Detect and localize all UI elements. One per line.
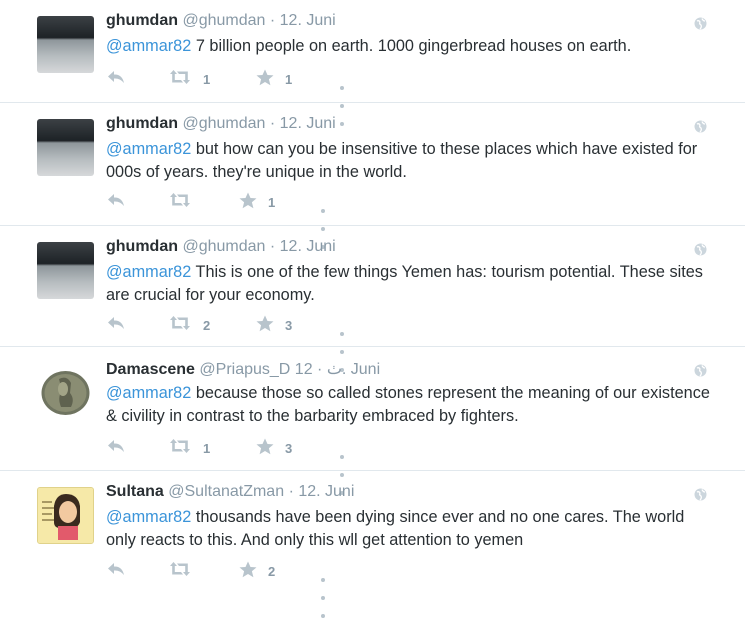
tweet-body-text: thousands have been dying since ever and… (106, 508, 685, 549)
reply-icon (108, 317, 124, 329)
tweet-body-text: because those so called stones represent… (106, 384, 710, 425)
globe-icon (694, 17, 707, 30)
avatar[interactable] (37, 16, 94, 73)
favorite-count: 3 (285, 441, 293, 456)
retweet-icon (170, 562, 190, 576)
user-fullname[interactable]: ghumdan (106, 12, 178, 29)
timestamp[interactable]: 12. Juni (280, 12, 336, 29)
separator: · (317, 361, 323, 378)
more-icon (340, 455, 344, 459)
tweet-feed: ghumdan @ghumdan · 12. Juni @ammar82 7 b… (0, 0, 745, 618)
tweet[interactable]: ghumdan @ghumdan · 12. Juni @ammar82 Thi… (0, 226, 745, 372)
tweet-body-text: but how can you be insensitive to these … (106, 140, 698, 181)
user-handle[interactable]: @ghumdan (182, 12, 265, 29)
user-fullname[interactable]: Sultana (106, 483, 164, 500)
reply-icon (108, 563, 124, 575)
favorite-icon (256, 69, 274, 86)
user-fullname[interactable]: ghumdan (106, 238, 178, 255)
separator: · (269, 12, 276, 29)
tweet[interactable]: Sultana @SultanatZman · 12. Juni @ammar8… (0, 471, 745, 618)
tweet-text: @ammar82 but how can you be insensitive … (106, 138, 711, 184)
tweet-body-text: 7 billion people on earth. 1000 gingerbr… (191, 37, 632, 55)
timestamp[interactable]: 12. Juni (280, 238, 336, 255)
favorite-count: 1 (285, 72, 293, 87)
tweet-text: @ammar82 because those so called stones … (106, 382, 711, 428)
tweet[interactable]: ghumdan @ghumdan · 12. Juni @ammar82 but… (0, 103, 745, 249)
more-icon (321, 209, 325, 213)
favorite-icon (256, 438, 274, 455)
tweet-text: @ammar82 7 billion people on earth. 1000… (106, 35, 711, 58)
mention-link[interactable]: @ammar82 (106, 140, 191, 158)
tweet-text: @ammar82 This is one of the few things Y… (106, 261, 711, 307)
mention-link[interactable]: @ammar82 (106, 37, 191, 55)
mention-link[interactable]: @ammar82 (106, 508, 191, 526)
retweet-icon (170, 70, 190, 84)
separator: · (269, 115, 276, 132)
favorite-count: 1 (268, 195, 276, 210)
tweet-header: Damascene @Priapus_D ٺ · 12. Juni (106, 359, 380, 379)
retweet-count: 1 (203, 441, 211, 456)
favorite-icon (256, 315, 274, 332)
user-handle[interactable]: @SultanatZman (168, 483, 284, 500)
retweet-icon (170, 316, 190, 330)
more-button[interactable] (340, 77, 346, 126)
timestamp[interactable]: 12. Juni (298, 483, 354, 500)
tweet[interactable]: ghumdan @ghumdan · 12. Juni @ammar82 7 b… (0, 0, 745, 126)
favorite-count: 2 (268, 564, 276, 579)
retweet-icon (170, 193, 190, 207)
coin-image (41, 371, 90, 415)
retweet-count: 1 (203, 72, 211, 87)
user-handle[interactable]: @ghumdan (182, 115, 265, 132)
reply-icon (108, 71, 124, 83)
globe-icon (694, 120, 707, 133)
more-icon (321, 578, 325, 582)
mention-link[interactable]: @ammar82 (106, 384, 191, 402)
globe-icon (694, 243, 707, 256)
avatar[interactable] (37, 242, 94, 299)
separator: · (288, 483, 294, 500)
retweet-icon (170, 439, 190, 453)
separator: · (269, 238, 276, 255)
user-fullname[interactable]: ghumdan (106, 115, 178, 132)
more-icon (340, 332, 344, 336)
globe-icon (694, 488, 707, 501)
tweet-header: Sultana @SultanatZman · 12. Juni (106, 483, 354, 501)
favorite-icon (239, 192, 257, 209)
avatar[interactable] (37, 363, 94, 420)
avatar[interactable] (37, 119, 94, 176)
cartoon-avatar-image (38, 488, 93, 543)
globe-icon (694, 364, 707, 377)
more-button[interactable] (340, 446, 346, 495)
more-icon (340, 86, 344, 90)
reply-icon (108, 440, 124, 452)
avatar[interactable] (37, 487, 94, 544)
more-button[interactable] (321, 200, 327, 249)
favorite-count: 3 (285, 318, 293, 333)
tweet[interactable]: Damascene @Priapus_D ٺ · 12. Juni @ammar… (0, 347, 745, 495)
user-handle[interactable]: @ghumdan (182, 238, 265, 255)
reply-icon (108, 194, 124, 206)
mention-link[interactable]: @ammar82 (106, 263, 191, 281)
tweet-header: ghumdan @ghumdan · 12. Juni (106, 238, 336, 256)
more-button[interactable] (321, 569, 327, 618)
favorite-icon (239, 561, 257, 578)
more-button[interactable] (340, 323, 346, 372)
retweet-count: 2 (203, 318, 211, 333)
timestamp[interactable]: 12. Juni (280, 115, 336, 132)
tweet-text: @ammar82 thousands have been dying since… (106, 506, 711, 552)
tweet-body-text: This is one of the few things Yemen has:… (106, 263, 703, 304)
tweet-header: ghumdan @ghumdan · 12. Juni (106, 12, 336, 30)
tweet-header: ghumdan @ghumdan · 12. Juni (106, 115, 336, 133)
user-fullname[interactable]: Damascene (106, 361, 195, 378)
